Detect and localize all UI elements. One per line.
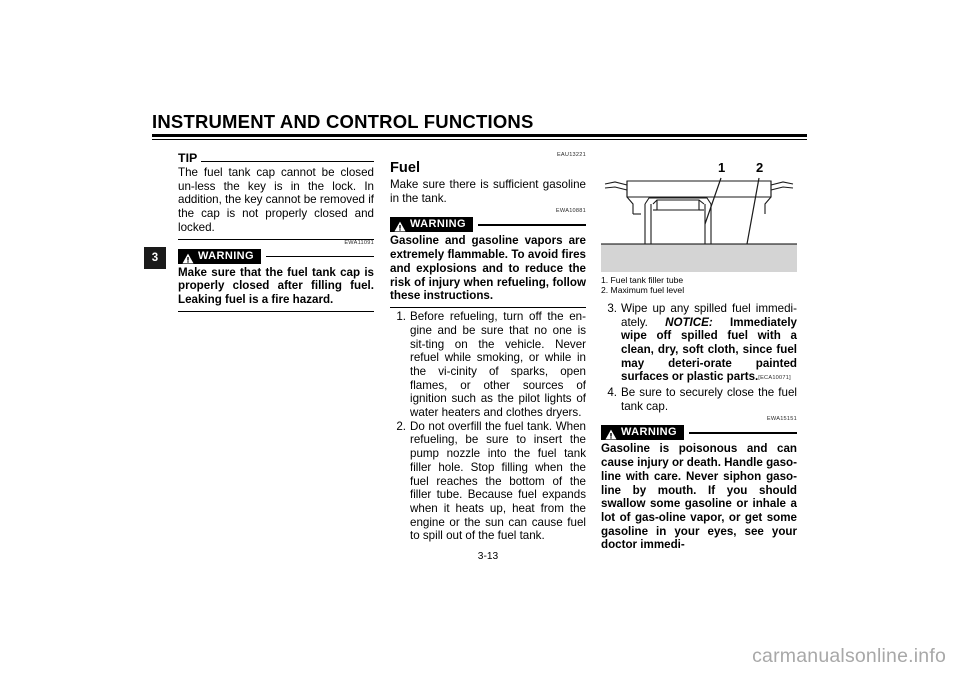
warning-heading-rule xyxy=(477,224,586,226)
svg-text:2: 2 xyxy=(756,160,763,175)
svg-text:1: 1 xyxy=(718,160,725,175)
list-marker: 4. xyxy=(607,386,617,400)
tip-heading: TIP xyxy=(178,152,374,165)
fuel-tank-figure: 1 2 xyxy=(601,152,797,272)
warning-bottom-rule-left xyxy=(178,310,374,312)
page-header: INSTRUMENT AND CONTROL FUNCTIONS xyxy=(152,112,807,140)
column-left: TIP The fuel tank cap cannot be closed u… xyxy=(178,152,374,314)
warning-badge-label: WARNING xyxy=(198,249,254,262)
list-text: Be sure to securely close the fuel tank … xyxy=(621,386,797,413)
warning-heading-rule xyxy=(688,432,797,434)
warning-heading-middle: WARNING xyxy=(390,217,586,233)
warning-badge: WARNING xyxy=(178,248,261,264)
warning-bottom-rule-middle xyxy=(390,306,586,309)
warning-badge-label: WARNING xyxy=(410,218,466,231)
ref-code-eau13221: EAU13221 xyxy=(556,152,586,158)
warning-heading-right: WARNING xyxy=(601,425,797,441)
list-item: 4. Be sure to securely close the fuel ta… xyxy=(601,386,797,413)
figure-caption-item-2: 2. Maximum fuel level xyxy=(601,285,685,296)
warning-text-middle: Gasoline and gasoline vapors are extreme… xyxy=(390,234,586,303)
figure-caption-item-1: 1. Fuel tank filler tube xyxy=(601,275,684,285)
warning-badge: WARNING xyxy=(390,217,473,233)
list-marker: 1. xyxy=(396,310,406,324)
list-item: 2. Do not overfill the fuel tank. When r… xyxy=(390,420,586,543)
column-right: 1 2 1. Fuel tank filler tube 2. Maximum … xyxy=(601,152,797,552)
column-middle: EAU13221 Fuel Make sure there is suffici… xyxy=(390,152,586,543)
warning-badge: WARNING xyxy=(601,425,684,441)
list-marker: 3. xyxy=(607,301,617,315)
tip-heading-rule xyxy=(201,160,374,162)
list-item: 1. Before refueling, turn off the en-gin… xyxy=(390,310,586,420)
warning-badge-label: WARNING xyxy=(621,426,677,439)
warning-heading-rule xyxy=(265,255,374,257)
chapter-tab-3[interactable]: 3 xyxy=(144,247,166,269)
manual-page: INSTRUMENT AND CONTROL FUNCTIONS 3 TIP T… xyxy=(0,0,960,678)
warning-triangle-icon xyxy=(394,219,406,232)
ref-code-ewa15151: EWA15151 xyxy=(766,416,797,423)
fuel-intro-text: Make sure there is sufficient gasoline i… xyxy=(390,178,586,205)
fuel-instruction-list-cont: 3. Wipe up any spilled fuel immedi-ately… xyxy=(601,302,797,414)
warning-triangle-icon xyxy=(605,427,617,440)
ref-code-ewa11091: EWA11091 xyxy=(344,239,374,246)
watermark: carmanualsonline.info xyxy=(752,645,946,667)
ref-code-ewa10881: EWA10881 xyxy=(555,208,586,215)
header-rule xyxy=(152,134,807,140)
list-item: 3. Wipe up any spilled fuel immedi-ately… xyxy=(601,302,797,386)
section-title-fuel: Fuel xyxy=(390,160,420,176)
warning-heading-left: WARNING xyxy=(178,248,374,264)
list-text: Before refueling, turn off the en-gine a… xyxy=(410,310,586,420)
notice-label: NOTICE: xyxy=(665,315,713,329)
page-title: INSTRUMENT AND CONTROL FUNCTIONS xyxy=(152,111,534,132)
warning-text-right: Gasoline is poisonous and can cause inju… xyxy=(601,442,797,552)
list-text: Do not overfill the fuel tank. When refu… xyxy=(410,419,586,543)
ref-code-eca10071: [ECA10071] xyxy=(758,375,791,382)
tip-text: The fuel tank cap cannot be closed un-le… xyxy=(178,166,374,234)
warning-triangle-icon xyxy=(182,251,194,264)
figure-caption: 1. Fuel tank filler tube 2. Maximum fuel… xyxy=(601,275,797,296)
warning-text-left: Make sure that the fuel tank cap is prop… xyxy=(178,265,374,307)
tip-label: TIP xyxy=(178,151,198,165)
page-number: 3-13 xyxy=(477,551,499,562)
list-marker: 2. xyxy=(396,419,406,433)
fuel-instruction-list: 1. Before refueling, turn off the en-gin… xyxy=(390,310,586,543)
